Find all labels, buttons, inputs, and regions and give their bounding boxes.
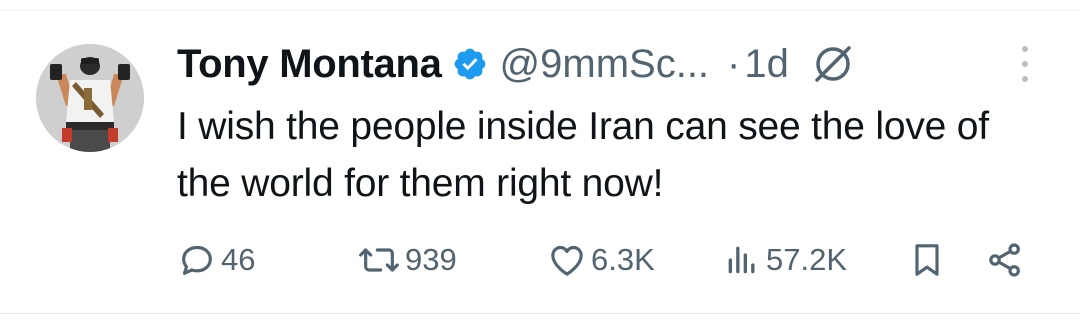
reply-count: 46 <box>221 242 256 277</box>
retweet-button[interactable]: 939 <box>357 232 457 288</box>
more-vertical-icon[interactable] <box>1012 42 1038 86</box>
avatar[interactable] <box>36 44 144 152</box>
heart-icon <box>547 240 587 280</box>
verified-badge-icon <box>452 46 488 82</box>
share-button[interactable] <box>985 232 1025 288</box>
author-handle[interactable]: @9mmSc... <box>500 42 710 87</box>
share-icon <box>985 240 1025 280</box>
views-icon <box>722 240 762 280</box>
author-name[interactable]: Tony Montana <box>177 42 442 87</box>
retweet-icon <box>357 240 401 280</box>
grok-icon[interactable] <box>811 42 855 86</box>
reply-icon <box>177 240 217 280</box>
action-bar: 46 939 6.3K 57.2K <box>177 232 1037 288</box>
views-count: 57.2K <box>766 242 848 277</box>
separator-dot: · <box>727 41 741 86</box>
bottom-divider <box>0 313 1080 314</box>
bookmark-button[interactable] <box>907 232 947 288</box>
reply-button[interactable]: 46 <box>177 232 255 288</box>
like-count: 6.3K <box>591 242 655 277</box>
bookmark-icon <box>907 240 947 280</box>
retweet-count: 939 <box>405 242 457 277</box>
top-divider <box>0 10 1080 11</box>
tweet-header: Tony Montana @9mmSc... · 1d <box>177 36 855 92</box>
tweet-text: I wish the people inside Iran can see th… <box>177 105 989 205</box>
views-button[interactable]: 57.2K <box>722 232 847 288</box>
timestamp[interactable]: 1d <box>744 42 789 87</box>
like-button[interactable]: 6.3K <box>547 232 655 288</box>
